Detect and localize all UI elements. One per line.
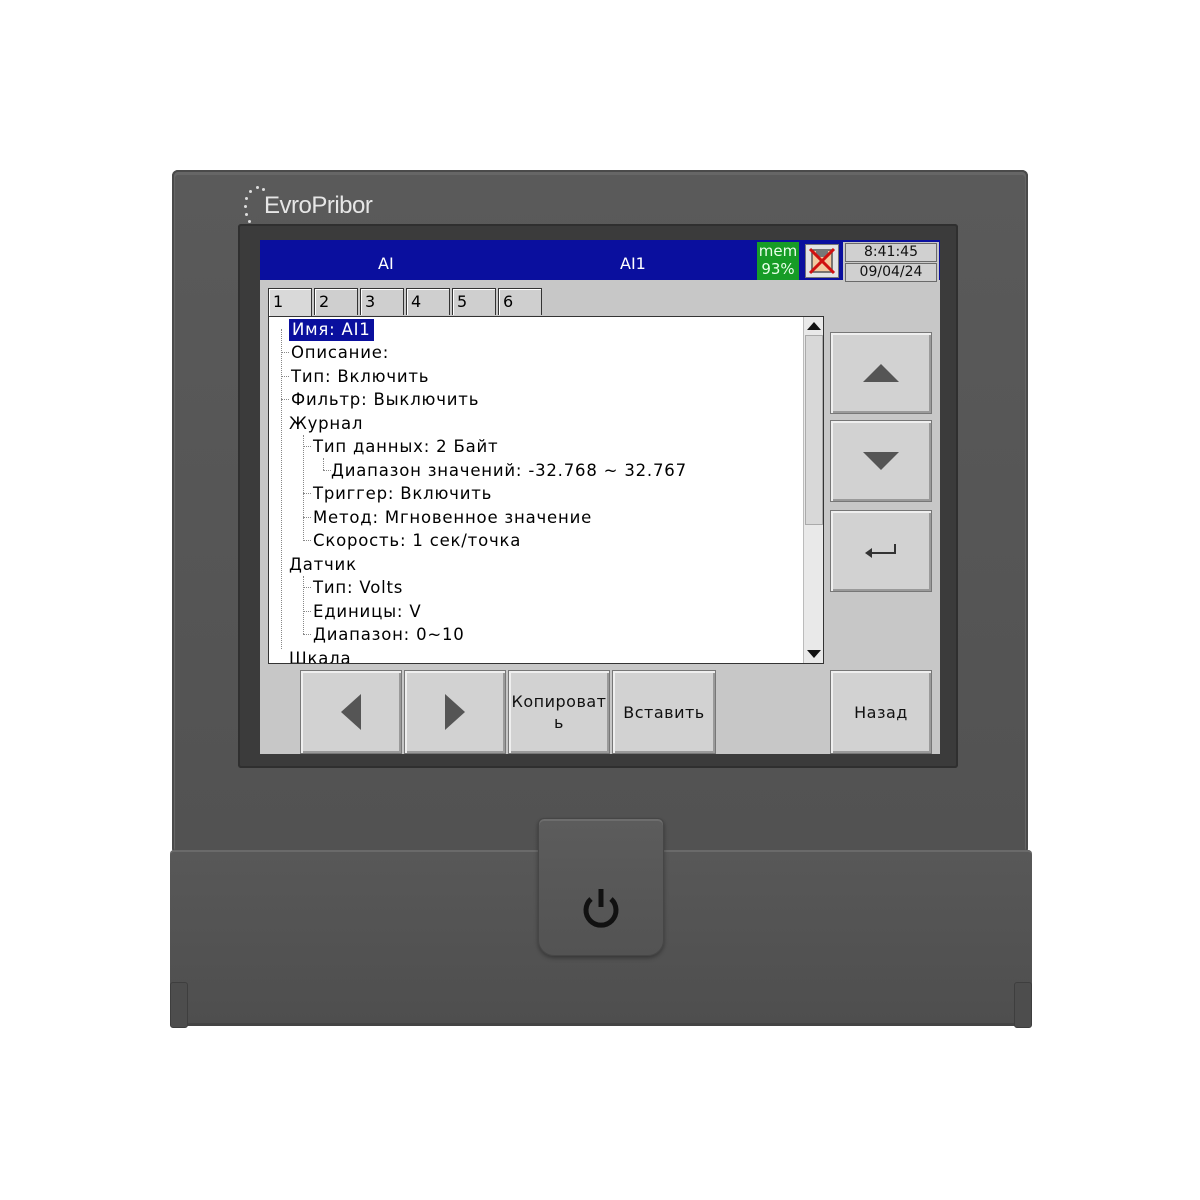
scroll-down-icon[interactable] <box>807 650 821 658</box>
left-button[interactable] <box>300 670 402 754</box>
copy-button[interactable]: Копироват ь <box>508 670 610 754</box>
clock: 8:41:45 09/04/24 <box>843 242 939 282</box>
tree-group-scale[interactable]: Шкала <box>289 648 351 663</box>
clock-date: 09/04/24 <box>845 263 937 282</box>
tree-item-speed[interactable]: Скорость: 1 сек/точка <box>313 530 521 552</box>
tree-item-units[interactable]: Единицы: V <box>313 601 421 623</box>
settings-tree-panel: Имя: AI1 Описание: Тип: Включить Фильтр:… <box>268 316 824 664</box>
tree-item-description[interactable]: Описание: <box>291 342 389 364</box>
enter-icon <box>865 544 896 558</box>
tab-strip: 1 2 3 4 5 6 <box>268 288 544 317</box>
tree-group-log[interactable]: Журнал <box>289 413 363 435</box>
tree-item-type[interactable]: Тип: Включить <box>291 366 429 388</box>
tab-3[interactable]: 3 <box>360 288 404 315</box>
tree-item-name[interactable]: Имя: AI1 <box>289 319 374 341</box>
triangle-up-icon <box>863 364 899 382</box>
paste-button[interactable]: Вставить <box>612 670 716 754</box>
tab-5[interactable]: 5 <box>452 288 496 315</box>
settings-tree: Имя: AI1 Описание: Тип: Включить Фильтр:… <box>269 317 803 663</box>
section-title: AI <box>378 254 394 273</box>
tree-item-method[interactable]: Метод: Мгновенное значение <box>313 507 592 529</box>
memory-indicator: mem 93% <box>757 242 799 280</box>
tab-4[interactable]: 4 <box>406 288 450 315</box>
tab-2[interactable]: 2 <box>314 288 358 315</box>
channel-title: AI1 <box>620 254 646 273</box>
tree-group-sensor[interactable]: Датчик <box>289 554 357 576</box>
back-button[interactable]: Назад <box>830 670 932 754</box>
down-button[interactable] <box>830 420 932 502</box>
tab-1[interactable]: 1 <box>268 288 312 317</box>
power-icon <box>583 889 619 928</box>
tree-item-filter[interactable]: Фильтр: Выключить <box>291 389 479 411</box>
memory-percent: 93% <box>761 260 795 278</box>
right-hinge <box>1014 982 1032 1028</box>
triangle-right-icon <box>445 694 465 730</box>
enter-button[interactable] <box>830 510 932 592</box>
power-button[interactable] <box>538 818 664 956</box>
logo-dots-icon <box>244 186 265 226</box>
tree-scrollbar[interactable] <box>803 317 823 663</box>
tree-item-trigger[interactable]: Триггер: Включить <box>313 483 492 505</box>
storage-disabled-icon <box>805 244 839 278</box>
memory-label: mem <box>758 242 798 260</box>
tree-item-range[interactable]: Диапазон: 0~10 <box>313 624 465 646</box>
tree-item-sensor-type[interactable]: Тип: Volts <box>313 577 403 599</box>
display-screen: AI AI1 mem 93% 8:41:45 09/04/24 1 2 3 4 … <box>260 240 940 754</box>
triangle-left-icon <box>341 694 361 730</box>
tree-item-data-type[interactable]: Тип данных: 2 Байт <box>313 436 498 458</box>
clock-time: 8:41:45 <box>845 243 937 262</box>
scroll-up-icon[interactable] <box>807 322 821 330</box>
triangle-down-icon <box>863 452 899 470</box>
tree-item-value-range[interactable]: Диапазон значений: -32.768 ~ 32.767 <box>331 460 687 482</box>
up-button[interactable] <box>830 332 932 414</box>
scrollbar-thumb[interactable] <box>805 335 823 525</box>
right-button[interactable] <box>404 670 506 754</box>
left-hinge <box>170 982 188 1028</box>
tab-6[interactable]: 6 <box>498 288 542 315</box>
brand-name: EvroPribor <box>264 192 373 219</box>
